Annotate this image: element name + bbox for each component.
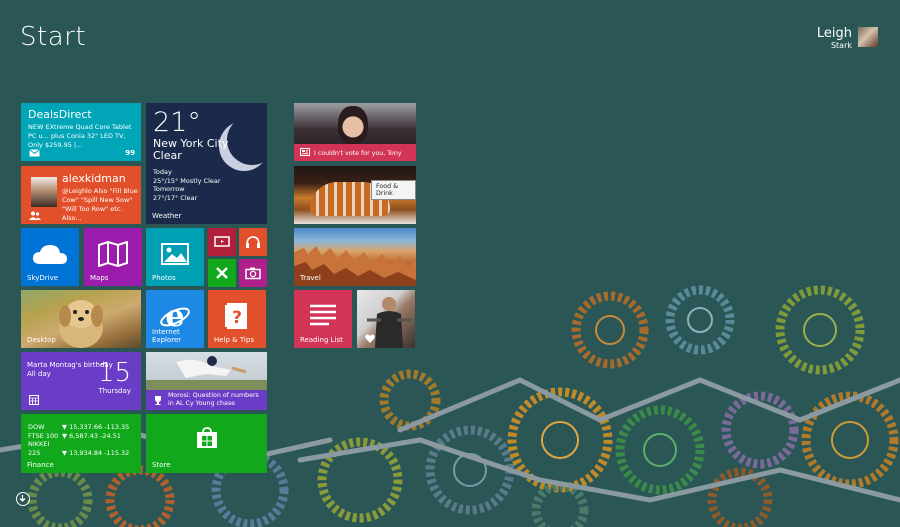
weather-temp: 21°	[153, 107, 201, 138]
tile-ie-label: Internet Explorer	[152, 328, 182, 344]
tile-maps-label: Maps	[90, 274, 109, 282]
tile-sports[interactable]: Morosi: Question of numbers in AL Cy You…	[146, 352, 267, 410]
people-icon	[29, 211, 41, 220]
weather-today-forecast: 25°/15° Mostly Clear	[153, 176, 221, 185]
tile-music[interactable]	[239, 228, 267, 256]
tile-weather-label: Weather	[152, 212, 182, 220]
tile-maps[interactable]: Maps	[84, 228, 142, 286]
social-message: @Leighlo Also "Fill Blue Cow" "Spill New…	[62, 187, 138, 222]
tile-health-fitness[interactable]	[357, 290, 415, 348]
tile-games[interactable]	[208, 259, 236, 287]
tile-store-label: Store	[152, 461, 171, 469]
calendar-weekday: Thursday	[98, 387, 131, 395]
gamepad-icon	[216, 267, 228, 279]
social-name: alexkidman	[62, 172, 126, 185]
tile-help-label: Help & Tips	[214, 336, 254, 344]
tile-food-drink[interactable]: Food & Drink	[294, 166, 416, 224]
heart-icon	[365, 334, 375, 343]
tile-internet-explorer[interactable]: e Internet Explorer	[146, 290, 204, 348]
tile-dealsdirect[interactable]: DealsDirect NEW EXtreme Quad Core Tablet…	[21, 103, 141, 161]
camera-icon	[245, 267, 261, 280]
tile-dealsdirect-title: DealsDirect	[28, 108, 92, 121]
news-icon	[300, 148, 310, 156]
all-apps-down-arrow-button[interactable]	[16, 492, 30, 506]
tile-dealsdirect-text: NEW EXtreme Quad Core Tablet PC u... plu…	[28, 123, 132, 149]
video-icon	[214, 236, 230, 247]
finance-row: DOW ▼ 15,337.66 -113.35	[28, 423, 130, 431]
moon-icon	[227, 115, 267, 165]
finance-row: FTSE 100 ▼ 6,587.43 -24.51	[28, 431, 122, 440]
user-first-name: Leigh	[816, 26, 852, 41]
tile-reading-list[interactable]: Reading List	[294, 290, 352, 348]
profile-photo	[31, 177, 57, 207]
user-last-name: Stark	[830, 41, 852, 50]
tile-help-tips[interactable]: ? Help & Tips	[208, 290, 266, 348]
tile-finance[interactable]: DOW ▼ 15,337.66 -113.35 FTSE 100 ▼ 6,587.4…	[21, 414, 141, 473]
weather-today-label: Today	[153, 168, 172, 176]
user-account[interactable]: Leigh Stark	[817, 27, 878, 50]
tile-finance-label: Finance	[27, 461, 54, 469]
avatar[interactable]	[858, 27, 878, 47]
headphones-icon	[246, 236, 260, 248]
calendar-day: 15	[97, 358, 131, 388]
map-icon	[98, 240, 128, 267]
sports-headline-line2: in AL Cy Young chase	[168, 400, 235, 407]
weather-tomorrow-forecast: 27°/17° Clear	[153, 193, 198, 202]
reading-list-icon	[310, 304, 336, 325]
weather-condition: Clear	[153, 149, 182, 162]
svg-text:?: ?	[232, 308, 242, 328]
tile-photos-label: Photos	[152, 274, 176, 282]
down-arrow-icon	[19, 495, 26, 502]
weather-tomorrow-label: Tomorrow	[153, 185, 185, 193]
tile-calendar[interactable]: Marta Montag's birthday All day 15 Thurs…	[21, 352, 141, 410]
store-icon	[196, 426, 217, 448]
tile-skydrive[interactable]: SkyDrive	[21, 228, 79, 286]
photo-icon	[161, 242, 189, 265]
mail-icon	[29, 149, 40, 157]
trophy-icon	[155, 396, 161, 405]
tile-travel[interactable]: Travel	[294, 228, 416, 286]
ie-icon: e	[160, 301, 190, 331]
sports-headline-line1: Morosi: Question of numbers	[168, 392, 259, 399]
tile-store[interactable]: Store	[146, 414, 267, 473]
finance-row: NIKKEI 225 ▼ 13,934.84 -115.32	[28, 440, 130, 457]
help-icon: ?	[225, 302, 247, 329]
cloud-icon	[33, 244, 67, 264]
tile-video[interactable]	[208, 228, 236, 256]
tile-reading-label: Reading List	[300, 336, 343, 344]
tile-skydrive-label: SkyDrive	[27, 274, 59, 282]
start-title: Start	[20, 22, 87, 52]
tile-dealsdirect-badge: 99	[125, 149, 135, 157]
tile-news[interactable]: I couldn't vote for you, Tony	[294, 103, 416, 161]
calendar-icon	[29, 395, 39, 405]
tile-social-alexkidman[interactable]: alexkidman @Leighlo Also "Fill Blue Cow"…	[21, 166, 141, 224]
tile-travel-label: Travel	[300, 274, 321, 282]
news-headline: I couldn't vote for you, Tony	[314, 150, 402, 157]
tile-weather[interactable]: 21° New York City Clear Today 25°/15° Mo…	[146, 103, 267, 224]
tile-desktop[interactable]: Desktop	[21, 290, 141, 348]
tile-desktop-label: Desktop	[27, 336, 56, 344]
tooltip-food-drink: Food & Drink	[371, 180, 416, 200]
news-photo	[338, 106, 368, 144]
finance-rows: DOW ▼ 15,337.66 -113.35 FTSE 100 ▼ 6,587.4…	[28, 423, 129, 457]
tile-photos[interactable]: Photos	[146, 228, 204, 286]
baseball-player-photo	[146, 356, 267, 392]
svg-text:e: e	[165, 301, 184, 331]
tile-camera[interactable]	[239, 259, 267, 287]
